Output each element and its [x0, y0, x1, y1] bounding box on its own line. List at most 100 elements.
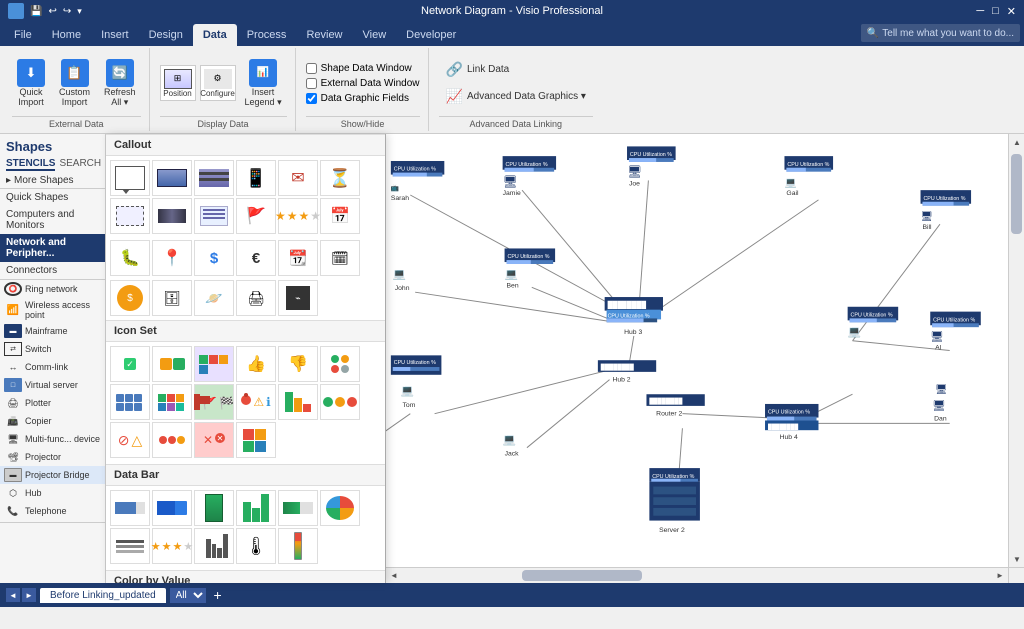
icon-set-4[interactable]: 👍	[236, 346, 276, 382]
icon-set-7[interactable]	[110, 384, 150, 420]
callout-shape-8[interactable]	[152, 198, 192, 234]
node-hub4[interactable]: CPU Utilization % ████████ Hub 4	[765, 404, 818, 441]
callout-shape-3[interactable]	[194, 160, 234, 196]
callout-shape-7[interactable]	[110, 198, 150, 234]
callout-shape-1[interactable]	[110, 160, 150, 196]
tab-developer[interactable]: Developer	[396, 24, 466, 46]
page-nav-left[interactable]: ◄	[6, 588, 20, 602]
callout-shape-9[interactable]	[194, 198, 234, 234]
icon-set-10[interactable]: ⚠ ℹ	[236, 384, 276, 420]
tab-file[interactable]: File	[4, 24, 42, 46]
shapes-item-multifunction[interactable]: 🖥 Multi-func... device	[0, 430, 105, 448]
icon-set-3[interactable]	[194, 346, 234, 382]
icon-set-15[interactable]: ✕ ✕	[194, 422, 234, 458]
callout-shape-11[interactable]: ★ ★ ★ ★	[278, 198, 318, 234]
quick-access-redo[interactable]: ↪	[63, 6, 71, 17]
callout-r3-4[interactable]: €	[236, 240, 276, 276]
shapes-item-mainframe[interactable]: ▬ Mainframe	[0, 322, 105, 340]
icon-set-12[interactable]	[320, 384, 360, 420]
data-bar-7[interactable]	[110, 528, 150, 564]
tab-data[interactable]: Data	[193, 24, 237, 46]
shapes-section-quick[interactable]: Quick Shapes	[0, 189, 105, 206]
callout-r3-1[interactable]: 🐛	[110, 240, 150, 276]
callout-r4-4[interactable]: 🖨	[236, 280, 276, 316]
callout-r3-3[interactable]: $	[194, 240, 234, 276]
callout-shape-6[interactable]: ⏳	[320, 160, 360, 196]
node-al[interactable]: CPU Utilization % 🖥 Al	[930, 312, 981, 352]
node-bill[interactable]: CPU Utilization % 🖥 Bill	[921, 190, 972, 231]
horizontal-scrollbar[interactable]: ◄ ►	[386, 567, 1008, 583]
tab-search[interactable]: SEARCH	[59, 158, 101, 171]
quick-import-button[interactable]: ⬇ QuickImport	[12, 56, 50, 110]
data-bar-8[interactable]: ★ ★ ★ ★	[152, 528, 192, 564]
tab-insert[interactable]: Insert	[91, 24, 139, 46]
quick-access-save[interactable]: 💾	[30, 6, 42, 17]
shapes-item-copier[interactable]: 📠 Copier	[0, 412, 105, 430]
shapes-item-ring-network[interactable]: ⭕ Ring network	[0, 280, 105, 298]
callout-shape-10[interactable]: 🚩	[236, 198, 276, 234]
scroll-up-arrow[interactable]: ▲	[1009, 134, 1024, 150]
node-joe[interactable]: CPU Utilization % 🖥 Joe	[627, 146, 676, 187]
callout-r4-3[interactable]: 🪐	[194, 280, 234, 316]
callout-r3-2[interactable]: 📍	[152, 240, 192, 276]
canvas-area[interactable]: CPU Utilization % 📺 Sarah CPU Utilizatio…	[386, 134, 1024, 583]
tab-stencils[interactable]: STENCILS	[6, 158, 55, 171]
page-dropdown[interactable]: All	[170, 588, 206, 603]
shapes-item-projector[interactable]: 📽 Projector	[0, 448, 105, 466]
shape-data-window-checkbox[interactable]: Shape Data Window	[306, 63, 420, 74]
scroll-thumb-vertical[interactable]	[1011, 154, 1022, 234]
data-graphic-fields-checkbox[interactable]: Data Graphic Fields	[306, 93, 420, 104]
data-bar-11[interactable]	[278, 528, 318, 564]
link-data-button[interactable]: 🔗 Link Data	[439, 58, 593, 81]
insert-legend-button[interactable]: 📊 InsertLegend ▾	[240, 56, 287, 111]
icon-set-14[interactable]	[152, 422, 192, 458]
icon-set-8[interactable]	[152, 384, 192, 420]
callout-r4-5[interactable]: ⌁	[278, 280, 318, 316]
advanced-data-graphics-button[interactable]: 📈 Advanced Data Graphics ▾	[439, 85, 593, 108]
shapes-section-network[interactable]: Network and Peripher...	[0, 234, 105, 262]
scroll-thumb-horizontal[interactable]	[522, 570, 642, 581]
shapes-item-comm-link[interactable]: ↔ Comm-link	[0, 358, 105, 376]
quick-access-customize[interactable]: ▾	[77, 6, 82, 17]
node-jack[interactable]: 💻 Jack	[503, 434, 520, 458]
tab-design[interactable]: Design	[139, 24, 193, 46]
data-bar-4[interactable]	[236, 490, 276, 526]
node-server2[interactable]: CPU Utilization % Server 2	[649, 468, 700, 534]
callout-shape-4[interactable]: 📱	[236, 160, 276, 196]
shapes-item-hub[interactable]: ⬡ Hub	[0, 484, 105, 502]
scroll-right-arrow[interactable]: ►	[992, 568, 1008, 584]
data-bar-6[interactable]	[320, 490, 360, 526]
data-bar-3[interactable]	[194, 490, 234, 526]
data-bar-1[interactable]	[110, 490, 150, 526]
tab-view[interactable]: View	[353, 24, 397, 46]
page-tab-active[interactable]: Before Linking_updated	[40, 588, 166, 603]
node-sarah[interactable]: CPU Utilization % 📺 Sarah	[391, 161, 444, 202]
node-john[interactable]: 💻 John	[393, 269, 410, 293]
vertical-scrollbar[interactable]: ▲ ▼	[1008, 134, 1024, 567]
icon-set-2[interactable]	[152, 346, 192, 382]
shapes-item-wireless[interactable]: 📶 Wireless access point	[0, 298, 105, 322]
icon-set-16[interactable]	[236, 422, 276, 458]
custom-import-button[interactable]: 📋 CustomImport	[54, 56, 95, 110]
node-jamie[interactable]: CPU Utilization % 🖥 Jamie	[503, 156, 556, 197]
window-close[interactable]: ✕	[1007, 5, 1016, 18]
shapes-section-computers[interactable]: Computers and Monitors	[0, 206, 105, 234]
more-shapes-button[interactable]: ▸ More Shapes	[0, 173, 105, 188]
icon-set-6[interactable]	[320, 346, 360, 382]
node-gail[interactable]: CPU Utilization % 💻 Gail	[784, 156, 833, 197]
add-page-button[interactable]: +	[210, 587, 226, 603]
callout-shape-12[interactable]: 📅	[320, 198, 360, 234]
node-tom[interactable]: 💻 Tom	[401, 385, 416, 409]
scroll-left-arrow[interactable]: ◄	[386, 568, 402, 584]
shapes-item-plotter[interactable]: 🖨 Plotter	[0, 394, 105, 412]
callout-r4-1[interactable]: $	[110, 280, 150, 316]
tab-home[interactable]: Home	[42, 24, 91, 46]
node-hub2[interactable]: ████████ Hub 2	[598, 360, 656, 383]
page-nav-right[interactable]: ►	[22, 588, 36, 602]
shapes-item-projector-bridge[interactable]: ▬ Projector Bridge	[0, 466, 105, 484]
node-ben[interactable]: CPU Utilization % 💻 Ben	[505, 248, 556, 289]
data-bar-5[interactable]	[278, 490, 318, 526]
shapes-section-connectors[interactable]: Connectors	[0, 262, 105, 279]
icon-set-1[interactable]: ✓	[110, 346, 150, 382]
node-hub3[interactable]: ████████ CPU Utilization % Hub 3	[605, 297, 663, 336]
